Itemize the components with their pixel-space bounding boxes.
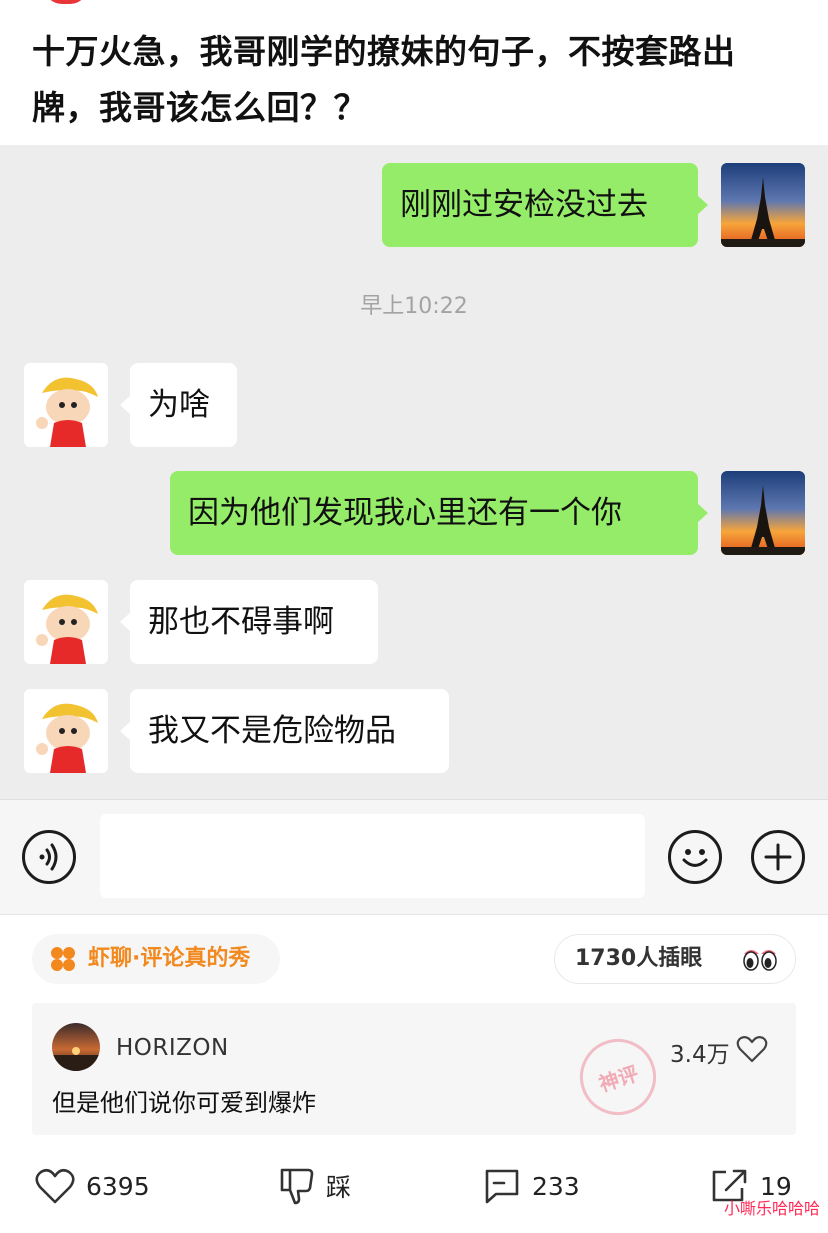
- chat-bubble-received: 我又不是危险物品: [120, 689, 449, 773]
- header-logo-fragment: [44, 0, 88, 4]
- my-avatar: [721, 471, 805, 555]
- like-count: 6395: [86, 1171, 150, 1201]
- chat-text: 因为他们发现我心里还有一个你: [188, 495, 622, 531]
- views-label: 1730人插眼: [575, 946, 703, 971]
- chat-bubble-received: 为啥: [120, 363, 237, 447]
- comment-count: 233: [532, 1171, 580, 1201]
- chat-input-bar: [0, 799, 828, 915]
- emoji-icon: [682, 849, 708, 867]
- top-comment[interactable]: HORIZON 3.4万 神评 但是他们说你可爱到爆炸: [32, 1003, 796, 1135]
- heart-icon: [35, 1168, 75, 1204]
- post-title: 十万火急，我哥刚学的撩妹的句子，不按套路出牌，我哥该怎么回？？: [32, 32, 736, 127]
- comment-like-count: 3.4万: [670, 1042, 730, 1068]
- comment-button[interactable]: 233: [482, 1150, 580, 1222]
- eyes-icon: [743, 950, 777, 971]
- friend-avatar: [24, 580, 108, 664]
- chat-text: 那也不碍事啊: [148, 604, 334, 640]
- comment-icon: [485, 1169, 519, 1204]
- chat-screenshot: 刚刚过安检没过去 早上10:22 为啥 因为他们发现我心里还有一个你 那也不碍事…: [0, 145, 828, 799]
- topic-label: 虾聊·评论真的秀: [88, 946, 251, 971]
- topic-tag[interactable]: 虾聊·评论真的秀: [32, 934, 280, 984]
- heart-icon[interactable]: [736, 1034, 768, 1064]
- chat-bubble-received: 那也不碍事啊: [120, 580, 378, 664]
- my-avatar: [721, 163, 805, 247]
- chat-text: 为啥: [148, 387, 210, 423]
- message-input[interactable]: [100, 814, 645, 898]
- chat-bubble-sent: 因为他们发现我心里还有一个你: [170, 471, 708, 555]
- chat-text: 我又不是危险物品: [148, 713, 396, 749]
- friend-avatar: [24, 689, 108, 773]
- chat-timestamp: 早上10:22: [360, 294, 468, 319]
- more-button[interactable]: [751, 830, 805, 884]
- voice-icon: [39, 843, 58, 871]
- commenter-avatar[interactable]: [52, 1023, 100, 1071]
- views-badge[interactable]: 1730人插眼: [554, 934, 796, 984]
- hot-comment-stamp: 神评: [570, 1029, 666, 1125]
- plus-icon: [764, 843, 792, 871]
- chat-bubble-sent: 刚刚过安检没过去: [382, 163, 708, 247]
- commenter-name[interactable]: HORIZON: [116, 1035, 229, 1061]
- clover-icon: [51, 947, 75, 971]
- voice-button[interactable]: [22, 830, 76, 884]
- comment-text: 但是他们说你可爱到爆炸: [52, 1089, 316, 1117]
- dislike-label: 踩: [326, 1173, 352, 1202]
- watermark: 小嘶乐哈哈哈: [723, 1199, 820, 1218]
- like-button[interactable]: 6395: [34, 1150, 150, 1222]
- chat-text: 刚刚过安检没过去: [400, 187, 648, 223]
- dislike-button[interactable]: 踩: [278, 1150, 351, 1222]
- friend-avatar: [24, 363, 108, 447]
- post-action-bar: 6395 踩 233 19 小嘶乐哈哈哈: [0, 1150, 828, 1233]
- stamp-text: 神评: [595, 1060, 642, 1097]
- thumbs-down-icon: [280, 1168, 314, 1205]
- emoji-button[interactable]: [668, 830, 722, 884]
